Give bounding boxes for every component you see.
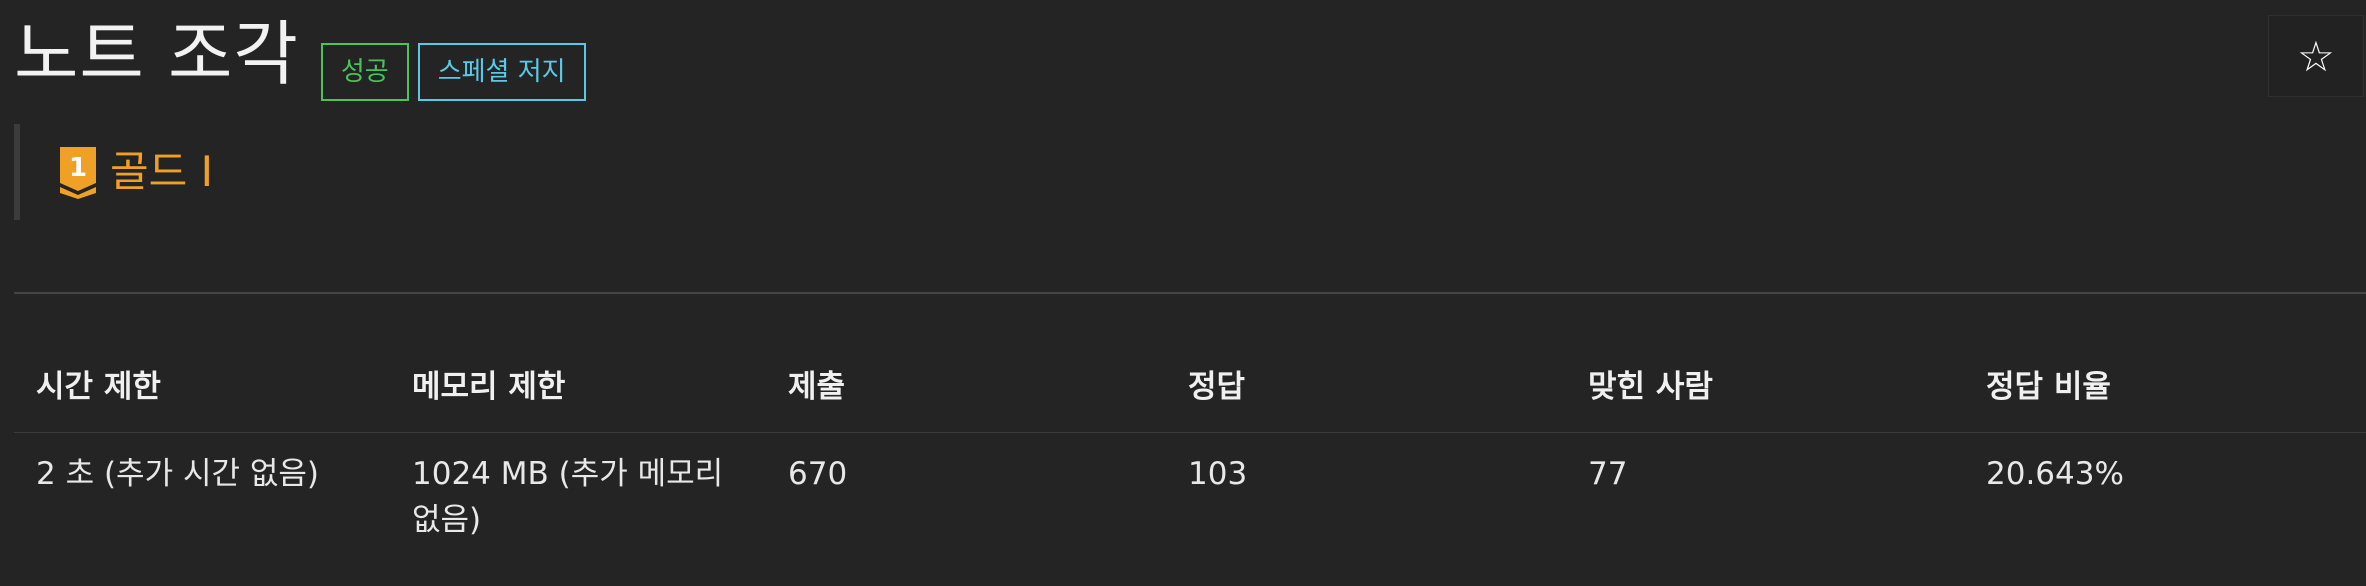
tier-level-number: 1 bbox=[69, 153, 87, 183]
gold-tier-badge-icon: 1 bbox=[60, 147, 96, 199]
header-submissions: 제출 bbox=[788, 369, 846, 405]
problem-info-table: 시간 제한 메모리 제한 제출 정답 맞힌 사람 정답 비율 2 초 (추가 시… bbox=[14, 350, 2366, 543]
header-time-limit: 시간 제한 bbox=[36, 369, 161, 405]
header-accepted: 정답 bbox=[1188, 369, 1246, 405]
submissions-value[interactable]: 670 bbox=[766, 451, 1166, 543]
header-accept-ratio: 정답 비율 bbox=[1986, 369, 2111, 405]
tier-block: 1 골드 I bbox=[14, 124, 213, 220]
time-limit-value: 2 초 (추가 시간 없음) bbox=[36, 456, 319, 492]
accepted-value[interactable]: 103 bbox=[1166, 451, 1566, 543]
success-label[interactable]: 성공 bbox=[320, 43, 409, 101]
problem-page: 노트 조각 성공 스페셜 저지 ☆ 1 골드 I 시간 제한 메모리 제한 제출… bbox=[0, 0, 2366, 586]
solvers-value[interactable]: 77 bbox=[1566, 451, 1964, 543]
table-header-row: 시간 제한 메모리 제한 제출 정답 맞힌 사람 정답 비율 bbox=[14, 350, 2366, 433]
header-memory-limit: 메모리 제한 bbox=[412, 369, 566, 405]
header-solvers: 맞힌 사람 bbox=[1588, 369, 1713, 405]
accept-ratio-value: 20.643% bbox=[1986, 456, 2124, 492]
table-row: 2 초 (추가 시간 없음) 1024 MB (추가 메모리 없음) 670 1… bbox=[14, 433, 2366, 543]
star-outline-icon: ☆ bbox=[2297, 31, 2335, 81]
problem-title: 노트 조각 bbox=[14, 13, 299, 95]
divider bbox=[14, 292, 2366, 294]
memory-limit-value: 1024 MB (추가 메모리 없음) bbox=[412, 456, 724, 538]
title-row: 노트 조각 성공 스페셜 저지 bbox=[14, 6, 586, 102]
favorite-button[interactable]: ☆ bbox=[2268, 15, 2364, 97]
tier-label[interactable]: 골드 I bbox=[110, 145, 213, 199]
special-judge-label[interactable]: 스페셜 저지 bbox=[417, 43, 586, 101]
